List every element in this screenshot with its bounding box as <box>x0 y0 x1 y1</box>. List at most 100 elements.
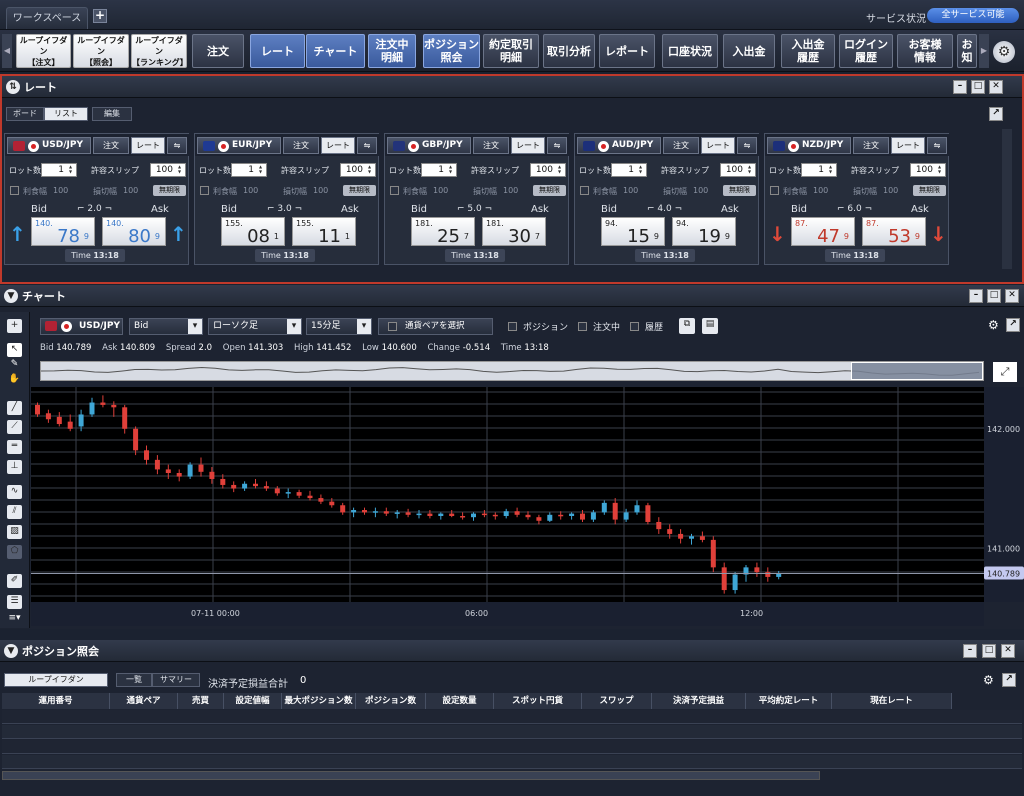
chart-list-icon[interactable]: ▤ <box>702 318 718 334</box>
toolbar-button-5[interactable]: チャート <box>306 34 365 68</box>
ask-price-box[interactable]: 94. 19 9 <box>672 217 736 247</box>
rate-button[interactable]: レート <box>511 137 545 154</box>
toolbar-button-13[interactable]: 入出金 履歴 <box>781 34 835 68</box>
draw-pen-icon[interactable]: ✐ <box>7 574 22 588</box>
toolbar-button-2[interactable]: ループイフダン 【ランキング】 <box>131 34 188 68</box>
history-checkbox[interactable] <box>630 322 640 331</box>
column-header[interactable]: スワップ <box>582 693 652 709</box>
swap-pair-icon[interactable]: ⇋ <box>357 137 377 154</box>
pair-button[interactable]: EUR/JPY <box>197 137 281 154</box>
chart-popout-icon[interactable]: ↗ <box>1006 318 1020 332</box>
table-row[interactable] <box>2 710 1022 724</box>
ray-icon[interactable]: ⟋ <box>7 420 22 434</box>
shape-icon[interactable]: ⬠ <box>7 545 22 559</box>
order-button[interactable]: 注文 <box>853 137 889 154</box>
tab-board[interactable]: ボード <box>6 107 44 121</box>
hand-icon[interactable]: ✋ <box>7 373 22 387</box>
crosshair-icon[interactable]: ✎ <box>7 358 22 372</box>
tab-summary[interactable]: サマリー <box>152 673 200 687</box>
lot-input[interactable]: 1 <box>611 163 647 177</box>
pointer-icon[interactable]: ↖ <box>7 343 22 357</box>
position-settings-icon[interactable]: ⚙ <box>983 673 994 687</box>
pair-button[interactable]: GBP/JPY <box>387 137 471 154</box>
ask-price-box[interactable]: 140. 80 9 <box>102 217 166 247</box>
navigator-resize-icon[interactable]: ⤢ <box>993 362 1017 382</box>
rikui-checkbox[interactable] <box>10 186 19 195</box>
column-header[interactable]: スポット円貨 <box>494 693 582 709</box>
toolbar-button-12[interactable]: 入出金 <box>723 34 775 68</box>
chart-minimize-icon[interactable]: – <box>969 289 983 303</box>
lot-input[interactable]: 1 <box>41 163 77 177</box>
ask-price-box[interactable]: 155. 11 1 <box>292 217 356 247</box>
toolbar-button-6[interactable]: 注文中 明細 <box>368 34 416 68</box>
tab-list[interactable]: リスト <box>44 107 88 121</box>
order-button[interactable]: 注文 <box>663 137 699 154</box>
toolbar-button-10[interactable]: レポート <box>599 34 655 68</box>
add-indicator-icon[interactable]: + <box>7 319 22 333</box>
price-type-select[interactable]: Bid <box>129 318 203 335</box>
ask-price-box[interactable]: 181. 30 7 <box>482 217 546 247</box>
ask-price-box[interactable]: 87. 53 9 <box>862 217 926 247</box>
maximize-icon[interactable]: □ <box>971 80 985 94</box>
close-icon[interactable]: ✕ <box>989 80 1003 94</box>
table-h-scrollbar[interactable] <box>2 771 820 780</box>
bid-price-box[interactable]: 94. 15 9 <box>601 217 665 247</box>
table-row[interactable] <box>2 725 1022 739</box>
chart-close-icon[interactable]: ✕ <box>1005 289 1019 303</box>
select-pair-button[interactable]: 通貨ペアを選択 <box>378 318 493 335</box>
minimize-icon[interactable]: – <box>953 80 967 94</box>
lot-input[interactable]: 1 <box>231 163 267 177</box>
swap-pair-icon[interactable]: ⇋ <box>167 137 187 154</box>
column-header[interactable]: ポジション数 <box>356 693 426 709</box>
rate-button[interactable]: レート <box>701 137 735 154</box>
channel-icon[interactable]: ⫽ <box>7 505 22 519</box>
slip-input[interactable]: 100 <box>150 163 186 177</box>
toolbar-scroll-right-icon[interactable]: ▶ <box>979 34 989 68</box>
tab-edit[interactable]: 編集 <box>92 107 132 121</box>
position-close-icon[interactable]: ✕ <box>1001 644 1015 658</box>
position-checkbox[interactable] <box>508 322 517 331</box>
lot-input[interactable]: 1 <box>421 163 457 177</box>
toolbar-button-14[interactable]: ログイン 履歴 <box>839 34 893 68</box>
rikui-checkbox[interactable] <box>200 186 209 195</box>
toolbar-scroll-left-icon[interactable]: ◀ <box>2 34 12 68</box>
rikui-checkbox[interactable] <box>390 186 399 195</box>
toolbar-button-16[interactable]: お知 <box>957 34 977 68</box>
position-maximize-icon[interactable]: □ <box>982 644 996 658</box>
workspace-tab[interactable]: ワークスペース <box>6 7 88 29</box>
table-row[interactable] <box>2 740 1022 754</box>
toolbar-button-1[interactable]: ループイフダン 【照会】 <box>73 34 129 68</box>
column-header[interactable]: 設定値幅 <box>224 693 282 709</box>
vertical-line-icon[interactable]: ⊥ <box>7 460 22 474</box>
chart-pair-select[interactable]: USD/JPY <box>40 318 123 335</box>
horizontal-line-icon[interactable]: ═ <box>7 440 22 454</box>
toolbar-button-4[interactable]: レート <box>250 34 305 68</box>
navigator-window[interactable] <box>851 362 983 380</box>
add-workspace-button[interactable]: + <box>93 9 107 23</box>
rikui-checkbox[interactable] <box>580 186 589 195</box>
column-header[interactable]: 決済予定損益 <box>652 693 746 709</box>
candlestick-chart[interactable] <box>31 387 984 602</box>
column-header[interactable]: 通貨ペア <box>110 693 178 709</box>
swap-pair-icon[interactable]: ⇋ <box>547 137 567 154</box>
order-button[interactable]: 注文 <box>473 137 509 154</box>
layers-icon[interactable]: ☰ <box>7 595 22 609</box>
bid-price-box[interactable]: 181. 25 7 <box>411 217 475 247</box>
chart-maximize-icon[interactable]: □ <box>987 289 1001 303</box>
more-tools-icon[interactable]: ≡▾ <box>7 612 22 626</box>
order-button[interactable]: 注文 <box>283 137 319 154</box>
swap-pair-icon[interactable]: ⇋ <box>927 137 947 154</box>
slip-input[interactable]: 100 <box>530 163 566 177</box>
swap-pair-icon[interactable]: ⇋ <box>737 137 757 154</box>
pair-button[interactable]: AUD/JPY <box>577 137 661 154</box>
settings-gear-icon[interactable]: ⚙ <box>993 41 1015 63</box>
bid-price-box[interactable]: 155. 08 1 <box>221 217 285 247</box>
column-header[interactable]: 平均約定レート <box>746 693 832 709</box>
toolbar-button-3[interactable]: 注文 <box>192 34 244 68</box>
column-header[interactable]: 設定数量 <box>426 693 494 709</box>
toolbar-button-15[interactable]: お客様 情報 <box>897 34 953 68</box>
order-button[interactable]: 注文 <box>93 137 129 154</box>
toolbar-button-9[interactable]: 取引分析 <box>543 34 595 68</box>
chart-window-icon[interactable]: ⧉ <box>679 318 695 334</box>
timeframe-select[interactable]: 15分足 <box>306 318 372 335</box>
